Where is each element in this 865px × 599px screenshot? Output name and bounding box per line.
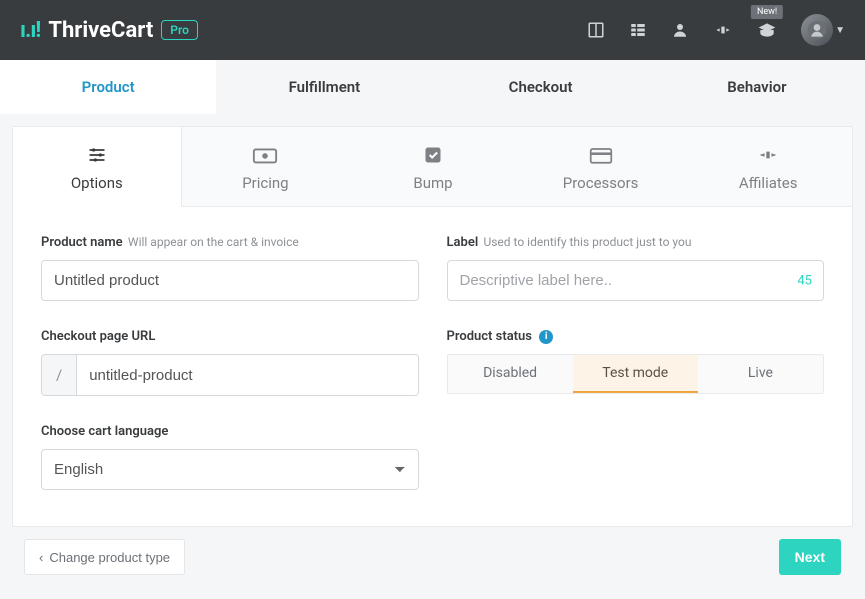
field-status: Product status i Disabled Test mode Live	[447, 329, 825, 396]
tab-fulfillment[interactable]: Fulfillment	[216, 60, 432, 114]
pricing-icon	[252, 145, 278, 165]
back-label: Change product type	[49, 550, 170, 565]
language-select[interactable]: English	[41, 449, 419, 490]
field-language: Choose cart language English	[41, 424, 419, 490]
subtab-label: Bump	[413, 174, 452, 192]
header-nav: New! ▼	[587, 14, 845, 46]
primary-tabs: Product Fulfillment Checkout Behavior	[0, 60, 865, 114]
subtab-label: Pricing	[242, 174, 288, 192]
dashboard-icon[interactable]	[587, 21, 605, 39]
next-button[interactable]: Next	[779, 539, 841, 575]
app-header: ı.ı! ThriveCart Pro New! ▼	[0, 0, 865, 60]
sub-tabs: Options Pricing Bump Processors Affiliat…	[13, 127, 852, 207]
language-label: Choose cart language	[41, 424, 419, 439]
tab-behavior[interactable]: Behavior	[649, 60, 865, 114]
subtab-pricing[interactable]: Pricing	[182, 127, 350, 206]
subtab-label: Processors	[563, 174, 639, 192]
label-text: Label	[447, 235, 479, 250]
info-icon[interactable]: i	[539, 330, 553, 344]
avatar-icon	[801, 14, 833, 46]
logo[interactable]: ı.ı! ThriveCart Pro	[20, 18, 198, 43]
product-name-input[interactable]	[41, 260, 419, 301]
logo-text: ThriveCart	[48, 18, 153, 43]
status-label: Product status i	[447, 329, 825, 344]
field-label: Label Used to identify this product just…	[447, 235, 825, 301]
url-input[interactable]	[76, 354, 418, 396]
label-hint: Used to identify this product just to yo…	[483, 235, 691, 249]
options-form: Product name Will appear on the cart & i…	[13, 207, 852, 526]
learn-icon[interactable]: New!	[757, 21, 777, 39]
status-live[interactable]: Live	[698, 355, 823, 393]
label-text: Product name	[41, 235, 123, 250]
subtab-affiliates[interactable]: Affiliates	[684, 127, 852, 206]
affiliates-icon	[756, 145, 780, 165]
char-count: 45	[797, 273, 812, 288]
status-toggle: Disabled Test mode Live	[447, 354, 825, 394]
footer-actions: ‹ Change product type Next	[12, 527, 853, 587]
subtab-label: Options	[71, 174, 123, 192]
field-url: Checkout page URL /	[41, 329, 419, 396]
subtab-label: Affiliates	[739, 174, 798, 192]
pro-badge: Pro	[161, 20, 198, 40]
tab-product[interactable]: Product	[0, 60, 216, 114]
product-panel: Options Pricing Bump Processors Affiliat…	[12, 126, 853, 527]
new-badge: New!	[751, 5, 783, 19]
logo-mark-icon: ı.ı!	[20, 18, 40, 43]
subtab-bump[interactable]: Bump	[349, 127, 517, 206]
affiliates-icon[interactable]	[713, 21, 733, 39]
url-label: Checkout page URL	[41, 329, 419, 344]
label-label: Label Used to identify this product just…	[447, 235, 825, 250]
tab-checkout[interactable]: Checkout	[433, 60, 649, 114]
user-icon[interactable]	[671, 21, 689, 39]
status-disabled[interactable]: Disabled	[448, 355, 573, 393]
chevron-left-icon: ‹	[39, 550, 43, 565]
subtab-processors[interactable]: Processors	[517, 127, 685, 206]
change-product-type-button[interactable]: ‹ Change product type	[24, 539, 185, 575]
bump-icon	[423, 145, 443, 165]
options-icon	[86, 145, 108, 165]
account-menu[interactable]: ▼	[801, 14, 845, 46]
label-hint: Will appear on the cart & invoice	[128, 235, 299, 249]
url-prefix: /	[41, 354, 76, 396]
label-text: Product status	[447, 329, 533, 344]
label-input[interactable]	[447, 260, 825, 301]
status-test-mode[interactable]: Test mode	[573, 355, 698, 393]
subtab-options[interactable]: Options	[13, 127, 182, 207]
chevron-down-icon: ▼	[835, 25, 845, 36]
product-name-label: Product name Will appear on the cart & i…	[41, 235, 419, 250]
field-product-name: Product name Will appear on the cart & i…	[41, 235, 419, 301]
list-icon[interactable]	[629, 21, 647, 39]
processors-icon	[589, 145, 613, 165]
